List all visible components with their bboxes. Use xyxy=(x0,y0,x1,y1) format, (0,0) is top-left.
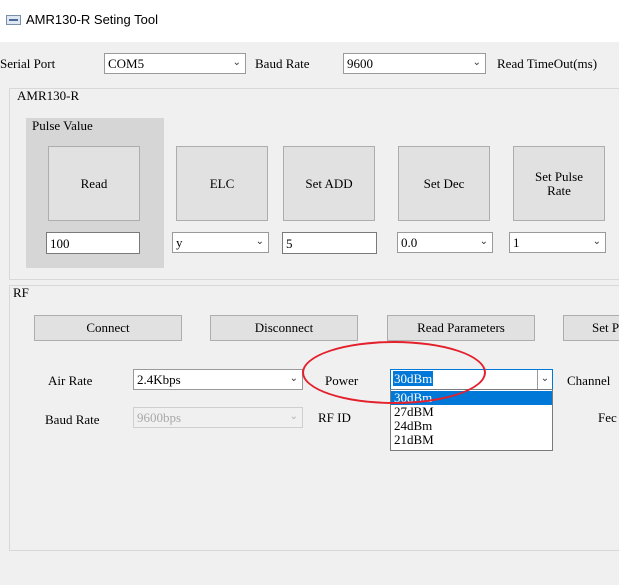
dec-select[interactable]: 0.0 ⌄ xyxy=(397,232,493,253)
set-parameters-button[interactable]: Set Parameters xyxy=(563,315,619,341)
elc-value: y xyxy=(176,235,183,250)
rate-value: 1 xyxy=(513,235,520,250)
power-option-24dbm[interactable]: 24dBm xyxy=(391,419,552,433)
fec-label: Fec xyxy=(598,410,617,425)
power-value: 30dBm xyxy=(393,371,434,386)
connect-button[interactable]: Connect xyxy=(34,315,182,341)
power-dropdown-list: 30dBm 27dBM 24dBm 21dBM xyxy=(390,389,553,451)
chevron-down-icon: ⌄ xyxy=(479,236,488,247)
window-title: AMR130-R Seting Tool xyxy=(26,12,158,27)
rf-baud-rate-label: Baud Rate xyxy=(45,412,100,427)
dec-value: 0.0 xyxy=(401,235,418,250)
chevron-down-icon: ⌄ xyxy=(232,57,241,68)
chevron-down-icon: ⌄ xyxy=(289,373,298,384)
add-input[interactable]: 5 xyxy=(282,232,377,254)
power-label: Power xyxy=(325,373,359,388)
pulse-value-title: Pulse Value xyxy=(32,118,93,133)
baud-rate-value: 9600 xyxy=(347,56,373,71)
chevron-down-icon: ⌄ xyxy=(592,236,601,247)
read-parameters-button[interactable]: Read Parameters xyxy=(387,315,535,341)
pulse-value-input[interactable]: 100 xyxy=(46,232,140,254)
add-value-text: 5 xyxy=(286,236,293,251)
elc-button[interactable]: ELC xyxy=(176,146,268,221)
app-icon xyxy=(6,15,21,25)
air-rate-value: 2.4Kbps xyxy=(137,372,181,387)
rate-select[interactable]: 1 ⌄ xyxy=(509,232,606,253)
serial-port-value: COM5 xyxy=(108,56,145,71)
amr-group-title: AMR130-R xyxy=(17,88,80,103)
air-rate-label: Air Rate xyxy=(48,373,93,388)
power-option-21dbm[interactable]: 21dBM xyxy=(391,433,552,447)
air-rate-select[interactable]: 2.4Kbps ⌄ xyxy=(133,369,303,390)
read-timeout-label: Read TimeOut(ms) xyxy=(497,56,598,71)
elc-select[interactable]: y ⌄ xyxy=(172,232,269,253)
power-option-30dbm[interactable]: 30dBm xyxy=(391,391,552,405)
baud-rate-label: Baud Rate xyxy=(255,56,310,71)
chevron-down-icon: ⌄ xyxy=(289,411,298,422)
set-pulse-rate-button[interactable]: Set Pulse Rate xyxy=(513,146,605,221)
serial-port-label: Serial Port xyxy=(0,56,56,71)
chevron-down-icon: ⌄ xyxy=(255,236,264,247)
disconnect-button[interactable]: Disconnect xyxy=(210,315,358,341)
rf-baud-rate-value: 9600bps xyxy=(137,410,182,425)
serial-port-select[interactable]: COM5 ⌄ xyxy=(104,53,246,74)
set-add-button[interactable]: Set ADD xyxy=(283,146,375,221)
read-button[interactable]: Read xyxy=(48,146,140,221)
rf-group-title: RF xyxy=(13,285,29,300)
pulse-value-text: 100 xyxy=(50,236,70,251)
rf-id-label: RF ID xyxy=(318,410,351,425)
channel-label: Channel xyxy=(567,373,611,388)
chevron-down-icon: ⌄ xyxy=(537,370,552,389)
chevron-down-icon: ⌄ xyxy=(472,57,481,68)
baud-rate-select[interactable]: 9600 ⌄ xyxy=(343,53,486,74)
set-dec-button[interactable]: Set Dec xyxy=(398,146,490,221)
rf-baud-rate-select: 9600bps ⌄ xyxy=(133,407,303,428)
power-select[interactable]: 30dBm ⌄ xyxy=(390,369,553,390)
power-option-27dbm[interactable]: 27dBM xyxy=(391,405,552,419)
